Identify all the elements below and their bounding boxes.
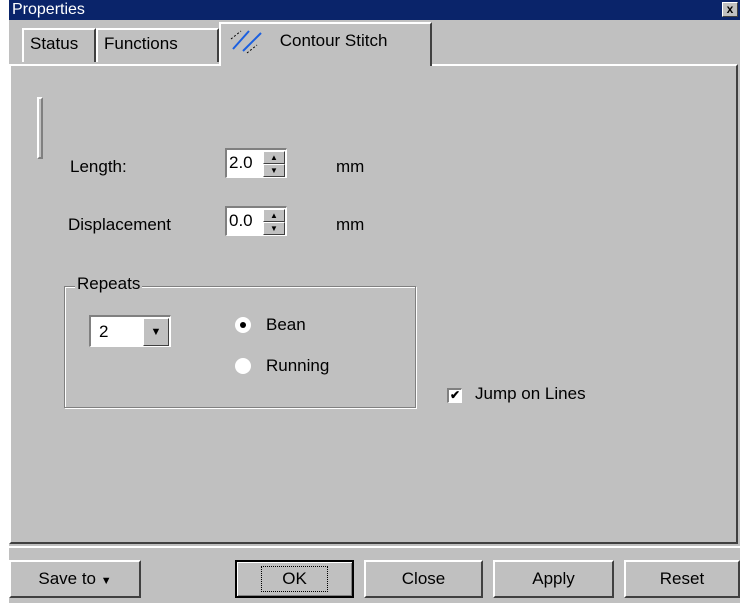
chevron-down-icon: ▼ xyxy=(100,575,112,587)
length-unit: mm xyxy=(336,157,365,176)
chevron-down-icon[interactable]: ▼ xyxy=(143,318,169,346)
length-value[interactable]: 2.0 xyxy=(229,152,253,174)
radio-bean[interactable] xyxy=(235,317,251,333)
save-to-label: Save to xyxy=(38,569,97,588)
spin-down-icon[interactable]: ▼ xyxy=(263,222,285,235)
length-label: Length: xyxy=(70,157,127,176)
tab-status-label: Status xyxy=(30,34,79,53)
close-icon: x xyxy=(726,2,734,16)
radio-running[interactable] xyxy=(235,358,251,374)
ok-label: OK xyxy=(261,566,328,592)
close-label: Close xyxy=(401,569,446,588)
radio-selected-dot xyxy=(240,322,246,328)
reset-button[interactable]: Reset xyxy=(624,560,740,598)
repeats-group-title: Repeats xyxy=(75,274,143,294)
displacement-stepper[interactable]: 0.0 ▲ ▼ xyxy=(225,206,287,236)
jump-on-lines-label[interactable]: Jump on Lines xyxy=(475,384,586,404)
tab-contour-stitch[interactable]: Contour Stitch xyxy=(219,22,432,66)
repeats-group xyxy=(64,286,416,408)
jump-on-lines-checkbox[interactable]: ✔ xyxy=(447,388,462,403)
ok-button[interactable]: OK xyxy=(235,560,354,598)
tab-status[interactable]: Status xyxy=(22,28,96,62)
apply-label: Apply xyxy=(532,569,575,588)
button-bar-separator xyxy=(9,546,740,548)
displacement-value[interactable]: 0.0 xyxy=(229,210,253,232)
repeats-count-value: 2 xyxy=(99,322,109,341)
panel-grip[interactable] xyxy=(37,97,43,159)
displacement-unit: mm xyxy=(336,215,365,234)
radio-bean-label[interactable]: Bean xyxy=(266,315,306,335)
checkmark-icon: ✔ xyxy=(449,388,461,402)
length-stepper[interactable]: 2.0 ▲ ▼ xyxy=(225,148,287,178)
repeats-count-select[interactable]: 2 ▼ xyxy=(89,315,171,347)
tab-functions[interactable]: Functions xyxy=(96,28,219,62)
spin-up-icon[interactable]: ▲ xyxy=(263,209,285,222)
contour-stitch-icon xyxy=(227,25,267,55)
close-button[interactable]: Close xyxy=(364,560,483,598)
spin-down-icon[interactable]: ▼ xyxy=(263,164,285,177)
radio-running-label[interactable]: Running xyxy=(266,356,329,376)
reset-label: Reset xyxy=(659,569,705,588)
displacement-spinner[interactable]: ▲ ▼ xyxy=(263,209,285,235)
tab-functions-label: Functions xyxy=(104,34,178,53)
spin-up-icon[interactable]: ▲ xyxy=(263,151,285,164)
length-spinner[interactable]: ▲ ▼ xyxy=(263,151,285,177)
tab-contour-stitch-label: Contour Stitch xyxy=(279,31,388,50)
properties-window: Properties x Status Functions Contour St… xyxy=(9,0,740,603)
displacement-label: Displacement xyxy=(68,215,171,234)
window-title: Properties xyxy=(12,1,85,18)
close-window-button[interactable]: x xyxy=(722,2,738,17)
save-to-button[interactable]: Save to ▼ xyxy=(9,560,141,598)
title-bar[interactable]: Properties x xyxy=(9,0,740,20)
apply-button[interactable]: Apply xyxy=(493,560,614,598)
